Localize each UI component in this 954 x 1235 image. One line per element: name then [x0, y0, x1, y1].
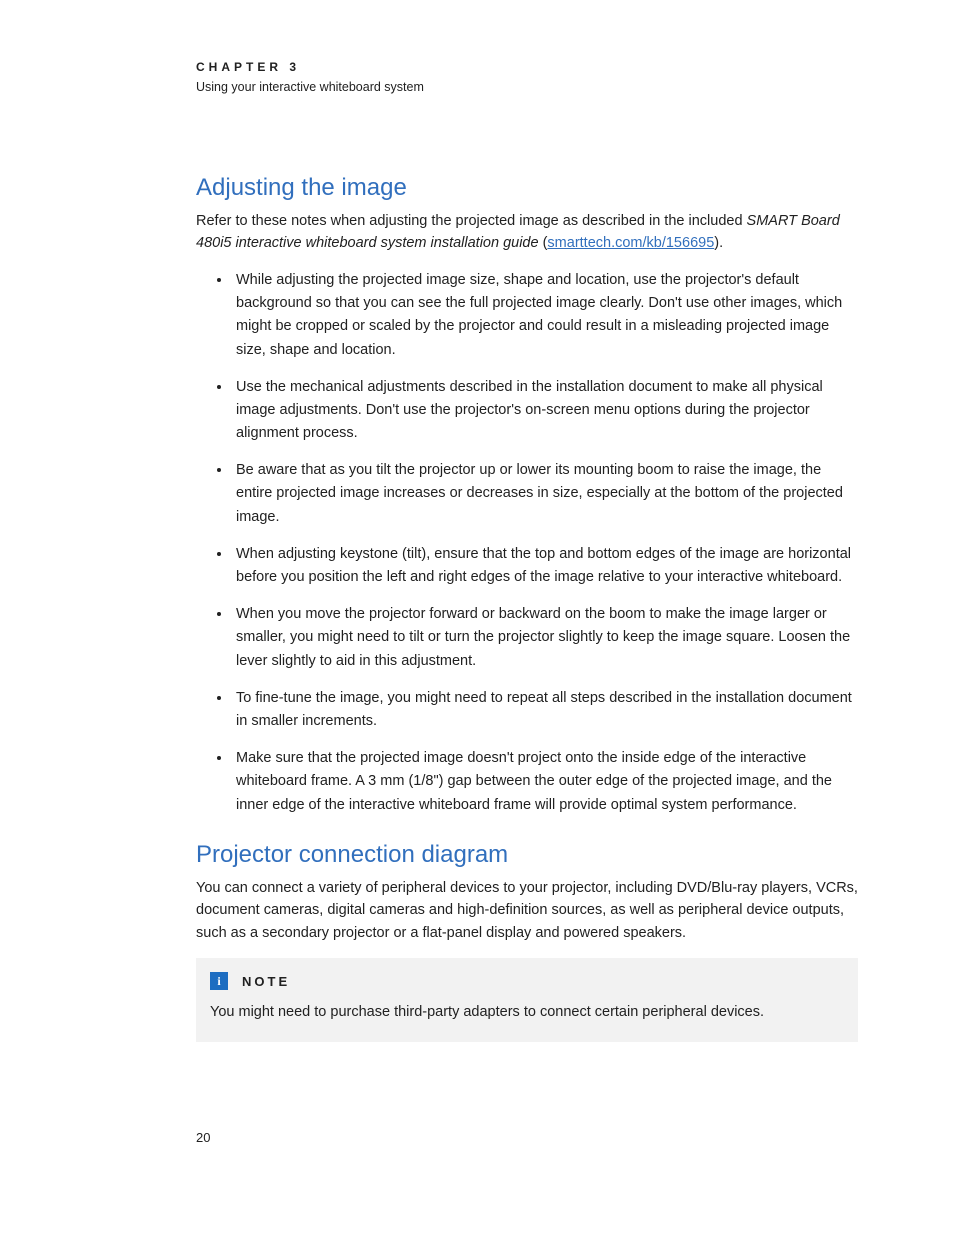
list-item: To fine-tune the image, you might need t…: [232, 687, 858, 733]
section2-intro: You can connect a variety of peripheral …: [196, 877, 858, 944]
document-page: CHAPTER 3 Using your interactive whitebo…: [0, 0, 954, 1235]
note-label: NOTE: [242, 974, 290, 989]
section-heading-connection: Projector connection diagram: [196, 841, 858, 869]
note-callout: i NOTE You might need to purchase third-…: [196, 958, 858, 1042]
section1-intro: Refer to these notes when adjusting the …: [196, 210, 858, 255]
list-item: Be aware that as you tilt the projector …: [232, 459, 858, 529]
list-item: Use the mechanical adjustments described…: [232, 376, 858, 446]
adjusting-bullet-list: While adjusting the projected image size…: [196, 269, 858, 817]
list-item: When adjusting keystone (tilt), ensure t…: [232, 543, 858, 589]
info-icon: i: [210, 972, 228, 990]
chapter-label: CHAPTER 3: [196, 60, 858, 74]
intro-text-pre: Refer to these notes when adjusting the …: [196, 213, 747, 229]
page-number: 20: [196, 1130, 210, 1145]
section-heading-adjusting: Adjusting the image: [196, 174, 858, 202]
note-body: You might need to purchase third-party a…: [210, 1002, 844, 1024]
kb-link[interactable]: smarttech.com/kb/156695: [547, 235, 714, 251]
list-item: Make sure that the projected image doesn…: [232, 747, 858, 817]
chapter-subtitle: Using your interactive whiteboard system: [196, 80, 858, 94]
list-item: While adjusting the projected image size…: [232, 269, 858, 362]
intro-close-paren: ).: [714, 235, 723, 251]
list-item: When you move the projector forward or b…: [232, 603, 858, 673]
note-header: i NOTE: [210, 972, 844, 990]
